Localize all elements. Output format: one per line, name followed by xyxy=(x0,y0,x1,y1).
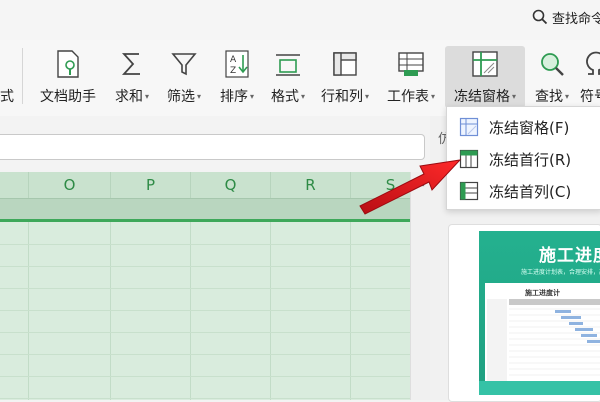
chevron-down-icon: ▾ xyxy=(364,91,369,101)
grid-line xyxy=(0,266,410,267)
grid-line xyxy=(0,398,410,399)
column-header-r[interactable]: R xyxy=(270,172,350,198)
search-command[interactable]: 查找命令 xyxy=(532,6,600,28)
svg-text:Z: Z xyxy=(230,66,236,76)
title-bar xyxy=(0,0,600,40)
grid-line xyxy=(0,310,410,311)
sum-button[interactable]: 求和 ▾ xyxy=(108,46,156,108)
sum-label: 求和 xyxy=(114,89,143,105)
grid-line xyxy=(0,376,410,377)
symbol-label: 符号 xyxy=(580,89,600,105)
find-label: 查找 xyxy=(534,89,563,105)
search-icon xyxy=(532,9,548,25)
find-button[interactable]: 查找 ▾ xyxy=(528,46,576,108)
sort-button[interactable]: AZ 排序 ▾ xyxy=(212,46,262,108)
ribbon-partial-button[interactable]: 式 xyxy=(0,46,20,108)
template-sheet-title: 施工进度计 xyxy=(525,289,560,297)
column-header-p[interactable]: P xyxy=(110,172,190,198)
menu-item-label: 冻结窗格(F) xyxy=(489,118,570,137)
grid-line xyxy=(190,222,191,400)
chevron-down-icon: ▾ xyxy=(564,91,569,101)
grid-line xyxy=(0,288,410,289)
rows-columns-label: 行和列 xyxy=(320,89,363,105)
freeze-panes-label: 冻结窗格 xyxy=(453,89,510,105)
doc-assistant-label: 文档助手 xyxy=(40,89,96,105)
omega-icon xyxy=(580,48,600,80)
chevron-down-icon: ▾ xyxy=(249,91,254,101)
format-label: 格式 xyxy=(270,89,299,105)
chevron-down-icon: ▾ xyxy=(511,91,516,101)
sort-az-icon: AZ xyxy=(221,48,253,80)
chevron-down-icon: ▾ xyxy=(196,91,201,101)
ribbon-divider xyxy=(22,48,23,104)
svg-text:A: A xyxy=(230,55,237,65)
search-command-label: 查找命令 xyxy=(552,11,600,27)
grid-line xyxy=(270,222,271,400)
freeze-panes-button[interactable]: 冻结窗格 ▾ xyxy=(445,46,525,108)
freeze-panes-icon xyxy=(469,48,501,80)
worksheet-label: 工作表 xyxy=(386,89,429,105)
filter-label: 筛选 xyxy=(166,89,195,105)
rows-columns-button[interactable]: 行和列 ▾ xyxy=(316,46,374,108)
menu-item-label: 冻结首行(R) xyxy=(489,150,572,169)
rows-columns-icon xyxy=(329,48,361,80)
grid-line xyxy=(0,354,410,355)
template-bottom-band xyxy=(479,381,600,395)
template-thumbnail: 施工进度 施工进度计划表，合理安排，高效 施工进度计 xyxy=(479,231,600,395)
sort-label: 排序 xyxy=(219,89,248,105)
ribbon-partial-label: 式 xyxy=(0,89,14,105)
column-header-q[interactable]: Q xyxy=(190,172,270,198)
chevron-down-icon: ▾ xyxy=(430,91,435,101)
format-button[interactable]: 格式 ▾ xyxy=(264,46,312,108)
chevron-down-icon: ▾ xyxy=(144,91,149,101)
grid-line xyxy=(0,244,410,245)
template-title: 施工进度 xyxy=(539,246,600,266)
worksheet-icon xyxy=(395,48,427,80)
filter-icon xyxy=(168,48,200,80)
doc-assistant-icon xyxy=(52,48,84,80)
filter-button[interactable]: 筛选 ▾ xyxy=(160,46,208,108)
freeze-panes-icon xyxy=(459,117,479,137)
sigma-icon xyxy=(116,48,148,80)
template-subtitle: 施工进度计划表，合理安排，高效 xyxy=(521,269,600,276)
grid-line xyxy=(0,332,410,333)
symbol-button[interactable]: 符号 xyxy=(580,46,600,108)
column-header-o[interactable]: O xyxy=(28,172,110,198)
worksheet-button[interactable]: 工作表 ▾ xyxy=(382,46,440,108)
template-card[interactable]: 施工进度 施工进度计划表，合理安排，高效 施工进度计 xyxy=(448,224,600,402)
red-arrow-annotation xyxy=(359,159,462,215)
grid-line xyxy=(350,222,351,400)
grid-line xyxy=(28,222,29,400)
chevron-down-icon: ▾ xyxy=(300,91,305,101)
doc-assistant-button[interactable]: 文档助手 xyxy=(36,46,100,108)
format-icon xyxy=(272,48,304,80)
grid-line xyxy=(110,222,111,400)
template-preview-sheet: 施工进度计 xyxy=(485,283,600,395)
magnifier-icon xyxy=(536,48,568,80)
menu-item-freeze-panes[interactable]: 冻结窗格(F) xyxy=(447,111,600,143)
menu-item-label: 冻结首列(C) xyxy=(489,182,572,201)
